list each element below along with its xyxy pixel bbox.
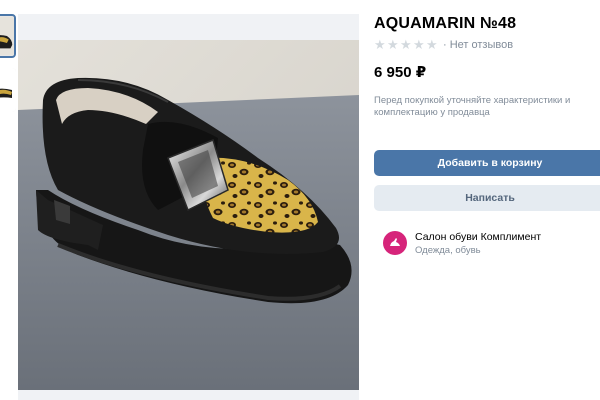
loafer-image (18, 40, 359, 390)
product-gallery (18, 14, 359, 400)
seller-avatar[interactable] (383, 231, 407, 255)
star-icon: ★ (413, 37, 425, 52)
seller-text: Салон обуви Комплимент Одежда, обувь (415, 231, 541, 257)
seller-note: Перед покупкой уточняйте характеристики … (374, 95, 571, 118)
star-icon: ★ (387, 37, 399, 52)
rating-stars: ★ ★ ★ ★ ★ (374, 37, 438, 52)
reviews-link[interactable]: · Нет отзывов (443, 39, 513, 51)
product-photo[interactable] (18, 40, 359, 390)
seller-name[interactable]: Салон обуви Комплимент (415, 231, 541, 244)
star-icon: ★ (374, 37, 386, 52)
star-icon: ★ (400, 37, 412, 52)
seller-category: Одежда, обувь (415, 245, 481, 256)
star-icon: ★ (426, 37, 438, 52)
shoe-logo-icon (390, 238, 400, 246)
thumbnail-1-image (0, 16, 14, 56)
product-info: AQUAMARIN №48 ★ ★ ★ ★ ★ · Нет отзывов 6 … (374, 14, 600, 257)
rating-row: ★ ★ ★ ★ ★ · Нет отзывов (374, 38, 600, 52)
write-message-button[interactable]: Написать (374, 185, 600, 211)
thumbnail-2[interactable] (0, 68, 16, 112)
add-to-cart-button[interactable]: Добавить в корзину (374, 150, 600, 176)
thumbnail-2-image (0, 68, 16, 112)
product-price: 6 950 ₽ (374, 64, 427, 81)
seller-card[interactable]: Салон обуви Комплимент Одежда, обувь (374, 231, 600, 257)
thumbnail-strip (0, 14, 16, 122)
product-title: AQUAMARIN №48 (374, 15, 517, 32)
thumbnail-1[interactable] (0, 14, 16, 58)
